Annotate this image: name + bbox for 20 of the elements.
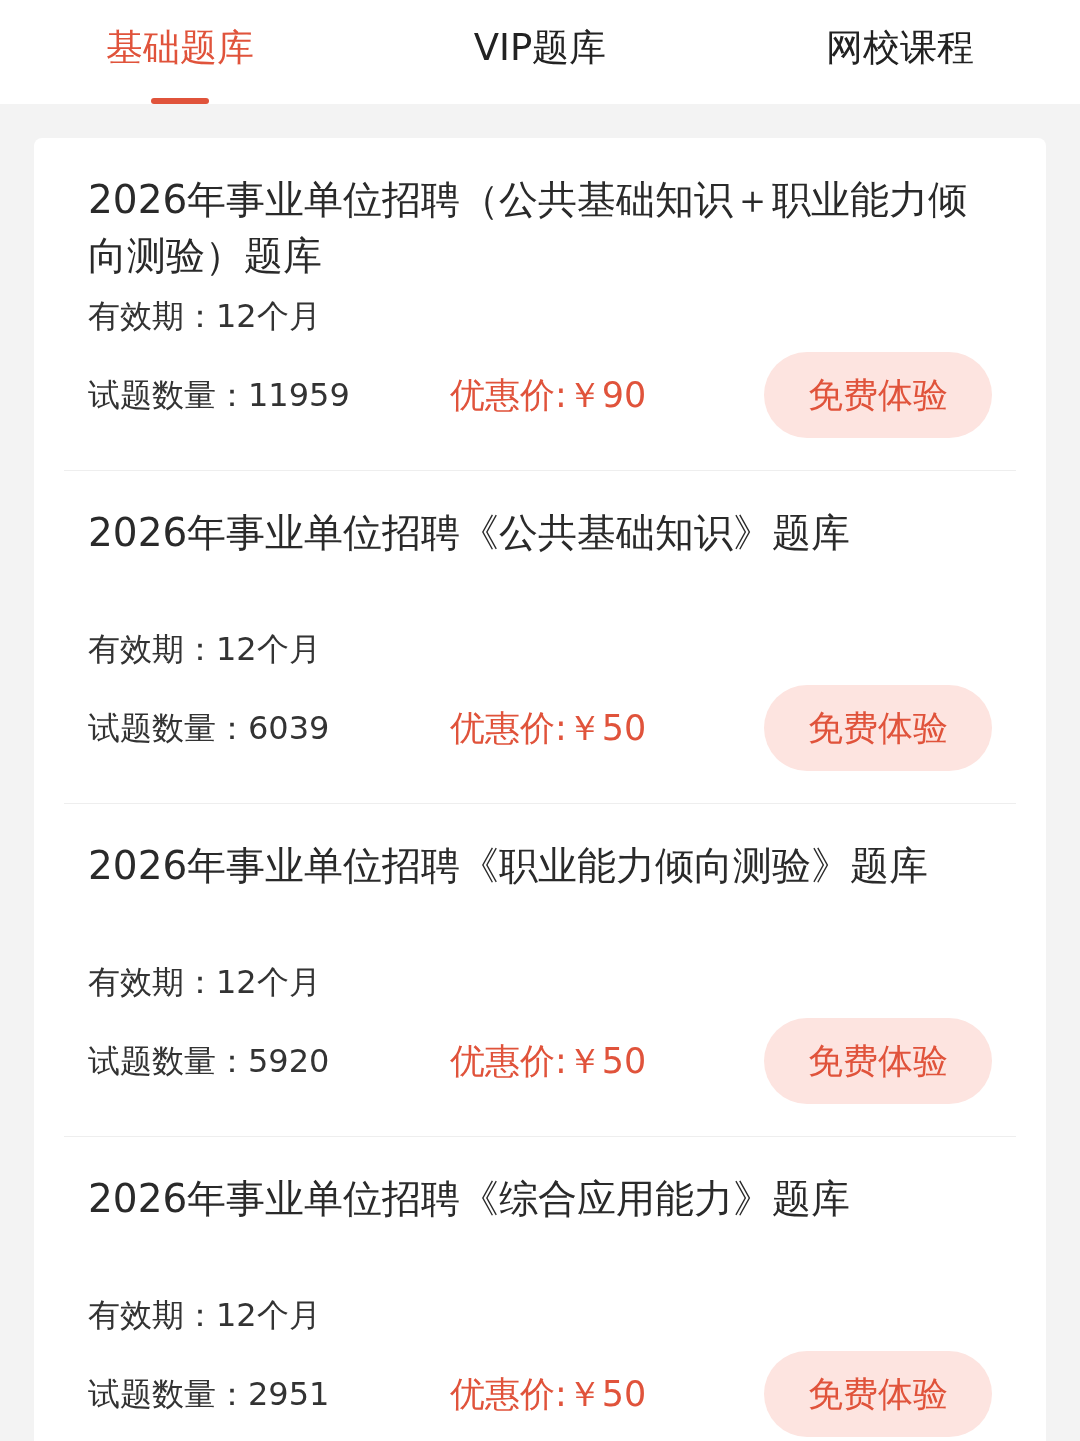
tab-indicator xyxy=(151,98,209,104)
tab[interactable]: 网校课程 xyxy=(720,0,1080,104)
price-text: 优惠价:￥50 xyxy=(450,706,647,750)
question-count: 试题数量：2951 xyxy=(88,1374,331,1415)
tab[interactable]: 基础题库 xyxy=(0,0,360,104)
price-text: 优惠价:￥50 xyxy=(450,1372,647,1416)
validity-text: 有效期：12个月 xyxy=(88,962,322,1003)
price-text: 优惠价:￥90 xyxy=(450,373,647,417)
price-text: 优惠价:￥50 xyxy=(450,1039,647,1083)
validity-text: 有效期：12个月 xyxy=(88,1295,322,1336)
item-title[interactable]: 2026年事业单位招聘《职业能力倾向测验》题库 xyxy=(88,838,992,950)
question-count: 试题数量：11959 xyxy=(88,375,351,416)
question-count: 试题数量：5920 xyxy=(88,1041,331,1082)
tab[interactable]: VIP题库 xyxy=(360,0,720,104)
validity-text: 有效期：12个月 xyxy=(88,296,322,337)
item-title[interactable]: 2026年事业单位招聘《综合应用能力》题库 xyxy=(88,1171,992,1283)
validity-text: 有效期：12个月 xyxy=(88,629,322,670)
item-title[interactable]: 2026年事业单位招聘（公共基础知识＋职业能力倾向测验）题库 xyxy=(88,172,992,284)
item-title[interactable]: 2026年事业单位招聘《公共基础知识》题库 xyxy=(88,505,992,617)
question-count: 试题数量：6039 xyxy=(88,708,331,749)
